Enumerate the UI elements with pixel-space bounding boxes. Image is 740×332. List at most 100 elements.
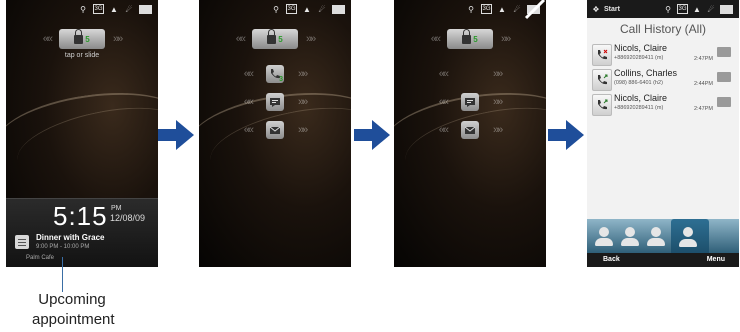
windows-start-icon[interactable]: ❖ (591, 5, 601, 14)
back-softkey[interactable]: Back (603, 256, 620, 263)
chevron-left-icon: «« (243, 96, 254, 108)
volume-icon: ☄ (125, 4, 133, 14)
email-slider[interactable]: «« »» (394, 119, 546, 141)
data-connection-icon: 3G (286, 4, 297, 14)
unlock-slider[interactable]: «« 5 »» (6, 28, 158, 50)
unlock-slider[interactable]: «« 5 »» (394, 28, 546, 50)
call-row[interactable]: Nicols, Claire +886920289411 (m) 2:47PM (590, 91, 736, 118)
data-connection-icon: 3G (677, 4, 688, 14)
chevron-left-icon: «« (438, 96, 449, 108)
person-icon (599, 227, 609, 237)
appointment-location: Palm Cafe (26, 255, 55, 261)
chevron-right-icon: »» (298, 96, 308, 108)
chevron-right-icon: »» (113, 33, 123, 45)
contact-number: +886920289411 (m) (614, 55, 664, 61)
clock-panel: 5:15 PM 12/08/09 Dinner with Grace 9:00 … (6, 198, 158, 267)
phone-screen-notifications: ⚲ 3G ▲ ☄ «« 5 »» «« 3 »» «« »» «« »» (199, 0, 351, 267)
signal-icon: ▲ (110, 4, 118, 14)
person-phone-icon (683, 227, 693, 237)
lock-button[interactable]: 5 (59, 28, 105, 49)
chevron-left-icon: «« (438, 68, 449, 80)
clock-ampm: PM (111, 205, 122, 212)
email-slider[interactable]: «« »» (199, 119, 351, 141)
page-title: Call History (All) (619, 22, 706, 36)
chevron-left-icon: «« (243, 124, 254, 136)
message-action-icon[interactable] (717, 97, 731, 107)
outgoing-call-icon (592, 69, 612, 91)
arrow-right-icon (548, 120, 584, 150)
email-icon (269, 126, 281, 134)
missed-call-slider[interactable]: «« »» (394, 63, 546, 85)
lock-icon (267, 28, 277, 44)
person-star-icon (625, 227, 635, 237)
tab-bar (587, 219, 739, 253)
calendar-icon (15, 235, 29, 249)
chevron-left-icon: «« (235, 33, 246, 45)
chevron-left-icon: «« (243, 68, 254, 80)
status-bar: ❖ Start ⚲ 3G ▲ ☄ (587, 0, 739, 18)
lock-count: 5 (473, 34, 478, 44)
email-button[interactable] (266, 121, 284, 139)
status-bar: ⚲ 3G ▲ ☄ (199, 0, 351, 18)
callout-label-line1: Upcoming (38, 291, 106, 308)
message-button[interactable] (266, 93, 284, 111)
message-slider[interactable]: «« »» (199, 91, 351, 113)
phone-screen-sliding: ⚲ 3G ▲ ☄ «« 5 »» «« »» «« »» «« »» (394, 0, 546, 267)
missed-call-button[interactable]: 3 (266, 65, 284, 83)
call-time: 2:47PM (694, 56, 713, 62)
chevron-right-icon: »» (306, 33, 316, 45)
callout-line (62, 257, 63, 292)
chevron-right-icon: »» (298, 124, 308, 136)
email-icon (464, 126, 476, 134)
clock-date: 12/08/09 (110, 213, 146, 223)
tab-groups[interactable] (645, 227, 667, 247)
chevron-left-icon: «« (42, 33, 53, 45)
tap-hint: tap or slide (64, 52, 100, 59)
message-icon (270, 98, 280, 107)
contact-number: (098) 886-6401 (h2) (614, 80, 663, 86)
lock-button[interactable]: 5 (447, 28, 493, 49)
softkey-bar: Back Menu (587, 253, 739, 267)
menu-softkey[interactable]: Menu (707, 256, 725, 263)
email-button[interactable] (461, 121, 479, 139)
start-label[interactable]: Start (604, 6, 620, 13)
lock-icon (74, 28, 84, 44)
chevron-right-icon: »» (501, 33, 511, 45)
message-button[interactable] (461, 93, 479, 111)
signal-icon: ▲ (303, 4, 311, 14)
notification-icon: ⚲ (80, 4, 86, 14)
phone-screen-lock: ⚲ 3G ▲ ☄ «« 5 »» tap or slide 5:15 PM 12… (6, 0, 158, 267)
message-icon (465, 98, 475, 107)
tab-contacts[interactable] (593, 227, 615, 247)
call-row[interactable]: Nicols, Claire +886920289411 (m) 2:47PM (590, 41, 736, 68)
message-action-icon[interactable] (717, 47, 731, 57)
signal-icon: ▲ (693, 4, 701, 14)
volume-icon: ☄ (707, 4, 715, 14)
lock-button[interactable]: 5 (252, 28, 298, 49)
battery-icon (720, 4, 733, 14)
appointment-time: 9:00 PM - 10:00 PM (36, 244, 90, 250)
chevron-right-icon: »» (493, 124, 503, 136)
tab-call-history[interactable] (671, 219, 709, 253)
appointment-title[interactable]: Dinner with Grace (36, 233, 104, 242)
notification-icon: ⚲ (273, 4, 279, 14)
missed-call-count: 3 (279, 76, 283, 83)
data-connection-icon: 3G (93, 4, 104, 14)
message-action-icon[interactable] (717, 72, 731, 82)
callout-label: Upcoming appointment (32, 290, 115, 330)
clock-time: 5:15 (53, 201, 108, 231)
outgoing-call-icon (592, 94, 612, 116)
message-slider[interactable]: «« »» (394, 91, 546, 113)
lock-count: 5 (85, 34, 90, 44)
phone-screen-call-history: ❖ Start ⚲ 3G ▲ ☄ Call History (All) Nico… (587, 0, 739, 267)
arrow-right-icon (158, 120, 194, 150)
unlock-slider[interactable]: «« 5 »» (199, 28, 351, 50)
tab-favorites[interactable] (619, 227, 641, 247)
chevron-right-icon: »» (493, 96, 503, 108)
missed-call-slider[interactable]: «« 3 »» (199, 63, 351, 85)
call-row[interactable]: Collins, Charles (098) 886-6401 (h2) 2:4… (590, 66, 736, 93)
chevron-left-icon: «« (430, 33, 441, 45)
contact-number: +886920289411 (m) (614, 105, 664, 111)
lock-count: 5 (278, 34, 283, 44)
call-time: 2:44PM (694, 81, 713, 87)
